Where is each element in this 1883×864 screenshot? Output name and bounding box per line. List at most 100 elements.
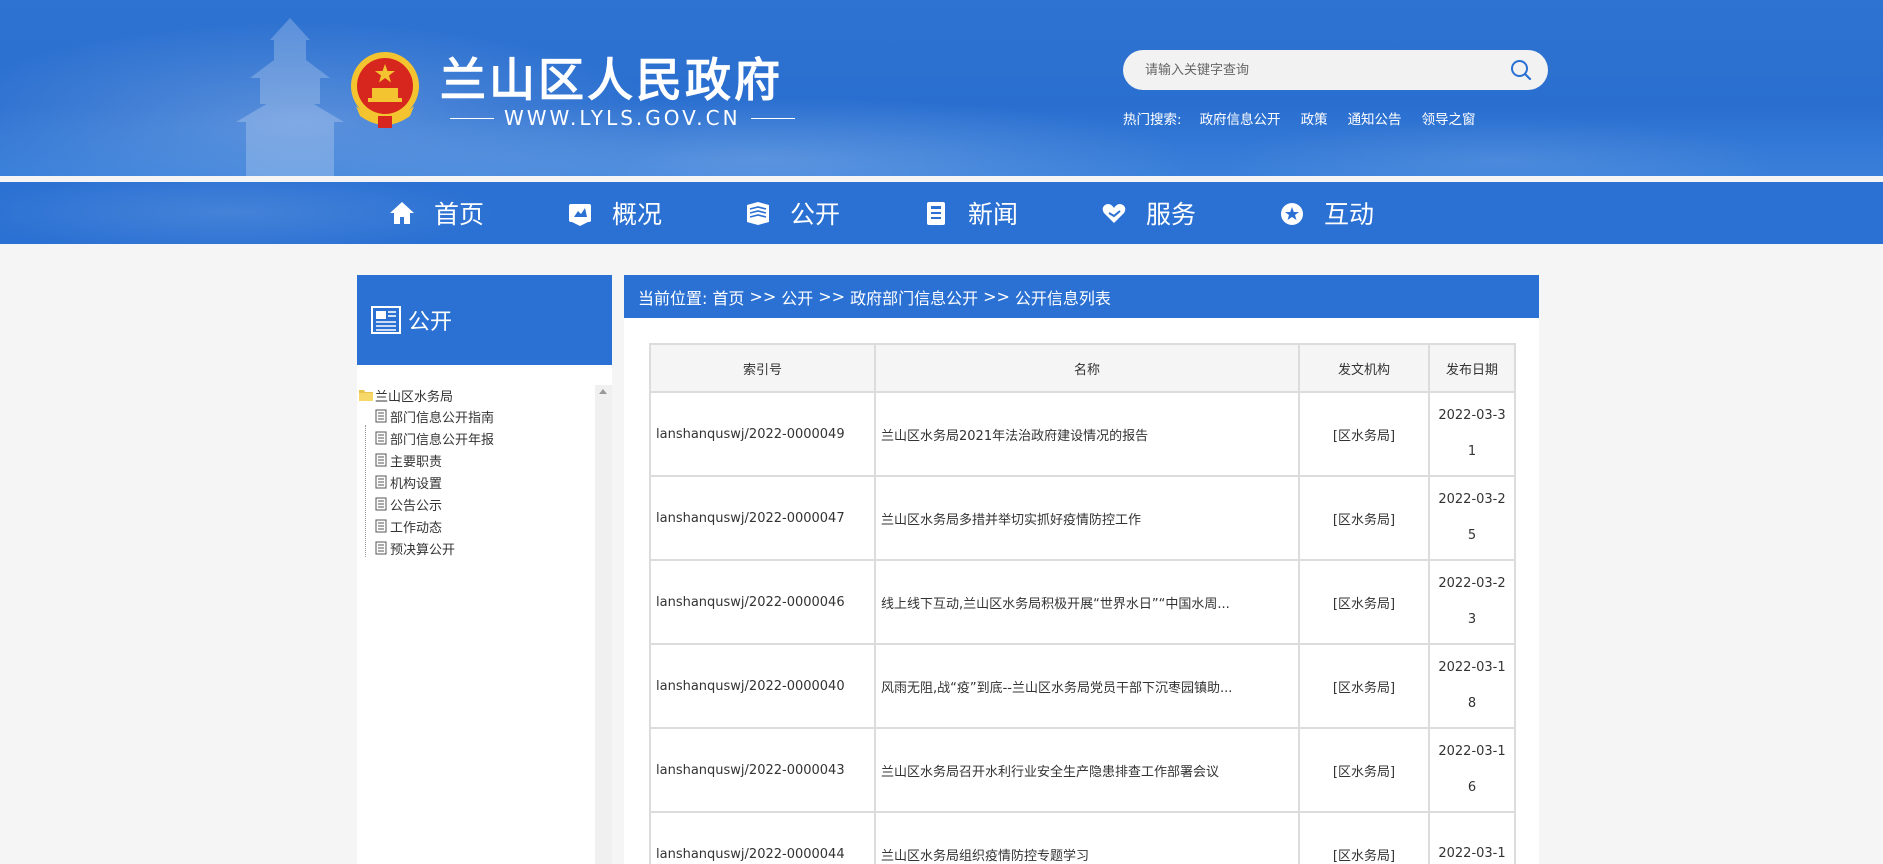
tree-item-label: 部门信息公开指南 [390,410,495,426]
tree-item-label: 部门信息公开年报 [390,432,495,448]
hot-link-policy[interactable]: 政策 [1301,108,1328,128]
breadcrumb: 当前位置: 首页 >> 公开 >> 政府部门信息公开 >> 公开信息列表 [624,275,1539,318]
cell-name-link[interactable]: 兰山区水务局召开水利行业安全生产隐患排查工作部署会议 [874,727,1300,813]
breadcrumb-separator: >> [749,287,777,306]
cell-name-link[interactable]: 风雨无阻,战“疫”到底--兰山区水务局党员干部下沉枣园镇助... [874,643,1300,729]
breadcrumb-separator: >> [818,287,846,306]
breadcrumb-current: 公开信息列表 [1014,288,1111,308]
tree-root[interactable]: 兰山区水务局 [357,385,595,405]
cell-index: lanshanquswj/2022-0000047 [649,475,876,561]
tree-scrollbar[interactable] [595,385,612,864]
document-icon [375,431,387,445]
site-url-text: WWW.LYLS.GOV.CN [504,106,741,130]
table-row: lanshanquswj/2022-0000049 兰山区水务局2021年法治政… [649,391,1516,477]
cell-name-link[interactable]: 线上线下互动,兰山区水务局积极开展“世界水日”“中国水周... [874,559,1300,645]
document-icon [375,409,387,423]
tree-item-label: 预决算公开 [390,542,456,558]
nav-item-label: 公开 [790,200,841,229]
cell-index: lanshanquswj/2022-0000044 [649,811,876,864]
site-url: WWW.LYLS.GOV.CN [440,106,805,130]
nav-item-label: 新闻 [968,200,1019,229]
column-header-date: 发布日期 [1428,343,1516,393]
cell-date: 2022-03-18 [1428,643,1516,729]
tree-item-label: 主要职责 [390,454,443,470]
tree-item-announcements[interactable]: 公告公示 [357,493,595,515]
cell-date: 2022-03-25 [1428,475,1516,561]
cell-name-link[interactable]: 兰山区水务局组织疫情防控专题学习 [874,811,1300,864]
table-header-row: 索引号 名称 发文机构 发布日期 [649,343,1516,393]
cell-date: 2022-03-1 [1428,811,1516,864]
tree-item-annual-report[interactable]: 部门信息公开年报 [357,427,595,449]
cell-date: 2022-03-23 [1428,559,1516,645]
table-row: lanshanquswj/2022-0000043 兰山区水务局召开水利行业安全… [649,727,1516,813]
tree-item-duties[interactable]: 主要职责 [357,449,595,471]
national-emblem-icon [351,52,419,128]
tree-item-work-news[interactable]: 工作动态 [357,515,595,537]
cell-index: lanshanquswj/2022-0000049 [649,391,876,477]
scroll-up-arrow-icon[interactable] [599,389,607,394]
cell-org: [区水务局] [1298,475,1430,561]
nav-item-interact[interactable]: 互动 [1278,196,1374,230]
table-row: lanshanquswj/2022-0000047 兰山区水务局多措并举切实抓好… [649,475,1516,561]
cell-org: [区水务局] [1298,391,1430,477]
cell-org: [区水务局] [1298,559,1430,645]
column-header-index: 索引号 [649,343,876,393]
hot-link-leaders[interactable]: 领导之窗 [1422,108,1476,128]
table-row: lanshanquswj/2022-0000046 线上线下互动,兰山区水务局积… [649,559,1516,645]
nav-item-service[interactable]: 服务 [1100,196,1196,230]
search-icon[interactable] [1510,59,1532,81]
cell-name-link[interactable]: 兰山区水务局多措并举切实抓好疫情防控工作 [874,475,1300,561]
tree-item-label: 工作动态 [390,520,443,536]
column-header-name: 名称 [874,343,1300,393]
nav-item-label: 首页 [434,200,485,229]
search-input[interactable] [1145,58,1485,82]
overview-icon [569,204,591,226]
main-content: 索引号 名称 发文机构 发布日期 lanshanquswj/2022-00000… [624,318,1539,864]
heart-hand-icon [1102,204,1126,223]
column-header-org: 发文机构 [1298,343,1430,393]
folder-icon [359,390,373,401]
nav-item-overview[interactable]: 概况 [566,196,662,230]
breadcrumb-label: 当前位置: [638,288,708,308]
category-tree: 兰山区水务局 部门信息公开指南 部门信息公开年报 主要职责 机构设置 公告公示 … [357,385,595,559]
tree-item-guide[interactable]: 部门信息公开指南 [357,405,595,427]
tree-item-label: 机构设置 [390,476,443,492]
cell-org: [区水务局] [1298,643,1430,729]
cell-index: lanshanquswj/2022-0000046 [649,559,876,645]
breadcrumb-home[interactable]: 首页 [712,285,744,309]
url-divider-right [750,117,795,119]
cell-org: [区水务局] [1298,811,1430,864]
breadcrumb-public[interactable]: 公开 [781,285,813,309]
nav-item-news[interactable]: 新闻 [922,196,1018,230]
sidebar-header: 公开 [357,275,612,365]
document-icon [375,475,387,489]
news-icon [927,202,945,225]
nav-item-home[interactable]: 首页 [388,196,484,230]
tree-item-label: 公告公示 [390,498,443,514]
url-divider-left [450,117,494,119]
tree-item-organization[interactable]: 机构设置 [357,471,595,493]
document-icon [375,541,387,555]
tree-root-label: 兰山区水务局 [375,389,454,405]
sidebar-body: 兰山区水务局 部门信息公开指南 部门信息公开年报 主要职责 机构设置 公告公示 … [357,365,612,864]
hot-link-notice[interactable]: 通知公告 [1348,108,1402,128]
table-row: lanshanquswj/2022-0000044 兰山区水务局组织疫情防控专题… [649,811,1516,864]
nav-item-label: 服务 [1146,200,1197,229]
breadcrumb-dept-info[interactable]: 政府部门信息公开 [850,285,978,309]
cell-date: 2022-03-31 [1428,391,1516,477]
cell-org: [区水务局] [1298,727,1430,813]
tree-item-budget[interactable]: 预决算公开 [357,537,595,559]
info-list-table: 索引号 名称 发文机构 发布日期 lanshanquswj/2022-00000… [649,343,1516,864]
interact-icon [1281,203,1303,225]
nav-item-public[interactable]: 公开 [744,196,840,230]
cell-name-link[interactable]: 兰山区水务局2021年法治政府建设情况的报告 [874,391,1300,477]
document-icon [375,519,387,533]
site-header: 兰山区人民政府 WWW.LYLS.GOV.CN 热门搜索: 政府信息公开 政策 … [0,0,1883,176]
document-icon [375,497,387,511]
nav-item-label: 概况 [612,200,663,229]
home-icon [390,202,414,224]
hot-link-gov-info[interactable]: 政府信息公开 [1200,108,1281,128]
breadcrumb-separator: >> [983,287,1010,306]
hot-search-label: 热门搜索: [1123,112,1182,128]
search-box [1123,50,1548,90]
